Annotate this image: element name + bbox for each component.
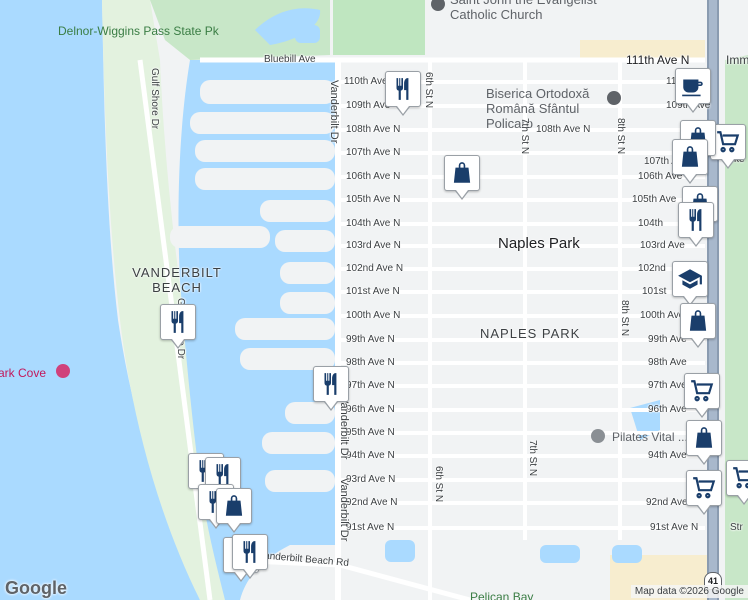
street-label-avenue-east: 98th Ave: [648, 357, 687, 368]
street-label-avenue-west: 110th Ave: [344, 76, 388, 87]
street-label-avenue-east: 101st: [642, 286, 667, 297]
street-label-avenue-west: 95th Ave N: [346, 427, 395, 438]
street-label-avenue-east: 97th Ave: [648, 380, 687, 391]
street-label-avenue-west: 109th Ave: [346, 100, 391, 111]
street-label-8th-st: 8th St N: [615, 118, 626, 155]
street-label-str: Str: [730, 522, 743, 533]
map-attribution[interactable]: Map data ©2026 Google: [630, 585, 748, 598]
restaurant-icon: [171, 311, 184, 333]
street-label-bluebill: Bluebill Ave: [264, 54, 316, 65]
coffee-cup-icon: [682, 79, 703, 97]
street-label-avenue-west: 93rd Ave N: [346, 474, 396, 485]
street-label-6th-st: 6th St N: [423, 72, 434, 109]
shopping-marker-east-5[interactable]: [686, 420, 722, 465]
shopping-bag-icon: [689, 310, 707, 331]
street-label-vanderbilt-dr: Vanderbilt Dr: [328, 80, 340, 144]
street-label-avenue-west: 105th Ave N: [346, 194, 401, 205]
area-label-naples-park: Naples Park: [498, 235, 580, 252]
map-base-layer: [0, 0, 748, 600]
street-label-6th-st-2: 6th St N: [433, 466, 444, 503]
shopping-cart-icon: [691, 380, 714, 402]
street-label-avenue-west: 103rd Ave N: [346, 240, 401, 251]
shopping-marker[interactable]: [444, 155, 480, 200]
school-marker[interactable]: [672, 261, 708, 306]
poi-label-church[interactable]: Saint John the Evangelist Catholic Churc…: [450, 0, 630, 22]
poi-label-park-cove[interactable]: Park Cove: [0, 366, 46, 381]
restaurant-marker-vanderbilt[interactable]: [313, 366, 349, 411]
street-label-8th-st-2: 8th St N: [619, 300, 630, 337]
street-label-avenue-west: 107th Ave N: [346, 147, 401, 158]
shopping-cart-icon: [733, 467, 748, 489]
google-logo[interactable]: Google: [5, 578, 67, 599]
street-label-avenue-west: 99th Ave N: [346, 334, 395, 345]
restaurant-marker[interactable]: [385, 71, 421, 116]
street-label-avenue-east: 100th Ave: [640, 310, 685, 321]
restaurant-marker-beach[interactable]: [160, 304, 196, 349]
street-label-avenue-west: 97th Ave N: [346, 380, 395, 391]
cafe-marker[interactable]: [675, 68, 711, 113]
park-label-delnor: Delnor-Wiggins Pass State Pk: [58, 24, 219, 38]
shopping-cart-icon: [693, 477, 716, 499]
street-label-avenue-west: 96th Ave N: [346, 404, 395, 415]
street-label-avenue-west: 91st Ave N: [346, 522, 395, 533]
restaurant-icon: [689, 209, 702, 231]
shopping-marker-east-4[interactable]: [680, 303, 716, 348]
street-label-avenue-west: 94th Ave N: [346, 450, 395, 461]
street-label-7th-st-2: 7th St N: [527, 440, 538, 477]
grocery-marker-93rd[interactable]: [726, 460, 748, 505]
street-label-avenue-east: 104th: [638, 218, 664, 229]
street-label-avenue-west: 104th Ave N: [346, 218, 401, 229]
street-label-108th-mid: 108th Ave N: [536, 124, 591, 135]
restaurant-icon: [243, 541, 256, 563]
restaurant-icon: [324, 373, 337, 395]
restaurant-marker-east[interactable]: [678, 202, 714, 247]
shopping-bag-icon: [453, 162, 471, 183]
street-label-avenue-east: 105th Ave: [632, 194, 677, 205]
restaurant-marker-cluster-5[interactable]: [232, 534, 268, 579]
street-label-avenue-east: 102nd: [638, 263, 666, 274]
grocery-marker-97th[interactable]: [684, 373, 720, 418]
shopping-bag-icon: [225, 495, 243, 516]
street-label-avenue-west: 102nd Ave N: [346, 263, 404, 274]
street-label-avenue-west: 92nd Ave N: [346, 497, 398, 508]
map-canvas[interactable]: Delnor-Wiggins Pass State Pk Saint John …: [0, 0, 748, 600]
street-label-avenue-west: 98th Ave N: [346, 357, 395, 368]
street-label-7th-st: 7th St N: [519, 118, 530, 155]
street-label-avenue-east: 103rd Ave: [640, 240, 685, 251]
shopping-bag-icon: [681, 146, 699, 167]
shopping-bag-icon: [695, 427, 713, 448]
grocery-marker-92nd[interactable]: [686, 470, 722, 515]
area-label-vanderbilt-beach: VANDERBILT BEACH: [132, 265, 222, 295]
shopping-marker-cluster[interactable]: [216, 488, 252, 533]
street-label-avenue-west: 101st Ave N: [346, 286, 400, 297]
street-label-avenue-west: 100th Ave N: [346, 310, 401, 321]
street-label-imm: Imm: [726, 53, 748, 67]
street-label-avenue-west: 108th Ave N: [346, 124, 401, 135]
street-label-111th: 111th Ave N: [626, 53, 690, 67]
street-label-avenue-east: 91st Ave N: [650, 522, 699, 533]
street-label-vanderbilt-dr-2: Vanderbilt Dr: [338, 396, 350, 460]
shopping-marker-east-2[interactable]: [672, 139, 708, 184]
street-label-avenue-east: 92nd Ave: [646, 497, 688, 508]
school-icon: [678, 269, 702, 289]
street-label-avenue-east: 96th Ave: [648, 404, 687, 415]
street-label-vanderbilt-dr-3: Vanderbilt Dr: [338, 478, 350, 542]
area-label-pelican-bay: Pelican Bay: [470, 590, 534, 600]
restaurant-icon: [396, 78, 409, 100]
street-label-avenue-west: 106th Ave N: [346, 171, 401, 182]
street-label-avenue-east: 94th Ave: [648, 450, 687, 461]
street-label-gulf-shore: Gulf Shore Dr: [149, 68, 160, 130]
area-label-naples-park-caps: NAPLES PARK: [480, 326, 581, 341]
shopping-cart-icon: [717, 131, 740, 153]
